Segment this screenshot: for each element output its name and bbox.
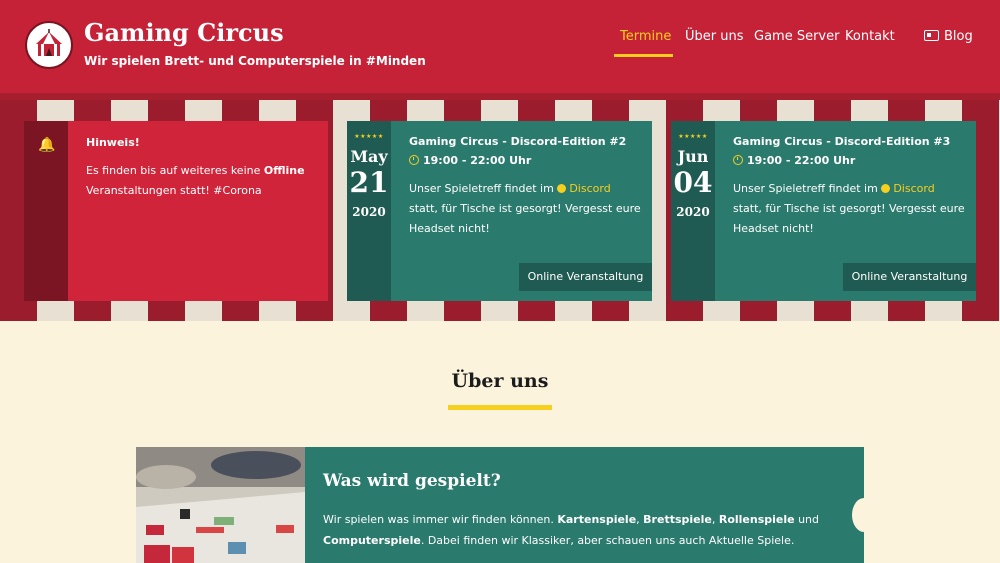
online-event-button[interactable]: Online Veranstaltung	[519, 263, 652, 291]
about-card: Was wird gespielt? Wir spielen was immer…	[136, 447, 864, 563]
bell-icon: 🔔	[38, 137, 56, 153]
clock-icon	[733, 155, 743, 165]
notice-sidebar: 🔔	[24, 121, 68, 301]
site-header: Gaming Circus Wir spielen Brett- und Com…	[0, 0, 1000, 93]
event-year: 2020	[676, 205, 710, 219]
newspaper-icon	[924, 30, 939, 41]
ticket-notch	[852, 498, 876, 532]
board-game-photo-image	[136, 447, 305, 563]
event-day: 21	[349, 166, 389, 199]
event-time: 19:00 - 22:00 Uhr	[733, 154, 855, 167]
nav-item-termine[interactable]: Termine	[620, 29, 671, 44]
discord-icon	[557, 184, 567, 193]
clock-icon	[409, 155, 419, 165]
discord-link[interactable]: Discord	[557, 182, 611, 195]
online-event-button[interactable]: Online Veranstaltung	[843, 263, 976, 291]
event-card[interactable]: ★★★★★ Jun 04 2020 Gaming Circus - Discor…	[671, 121, 976, 301]
rating-stars: ★★★★★	[678, 133, 708, 140]
event-card[interactable]: ★★★★★ May 21 2020 Gaming Circus - Discor…	[347, 121, 652, 301]
notice-title: Hinweis!	[86, 136, 140, 149]
main-nav: Termine Über uns Game Server Kontakt Blo…	[0, 29, 1000, 59]
discord-link[interactable]: Discord	[881, 182, 935, 195]
event-month: May	[350, 147, 388, 166]
nav-item-blog-label: Blog	[944, 29, 973, 44]
event-description: Unser Spieletreff findet im Discord stat…	[733, 182, 965, 235]
rating-stars: ★★★★★	[354, 133, 384, 140]
event-day: 04	[673, 166, 713, 199]
event-description: Unser Spieletreff findet im Discord stat…	[409, 182, 641, 235]
about-card-text: Wir spielen was immer wir finden können.…	[323, 513, 820, 547]
event-month: Jun	[677, 147, 709, 166]
notice-bold: Offline	[263, 164, 305, 177]
notice-card: 🔔 Hinweis! Es finden bis auf weiteres ke…	[24, 121, 328, 301]
discord-icon	[881, 184, 891, 193]
notice-text: Es finden bis auf weiteres keine Offline…	[86, 164, 305, 197]
event-title[interactable]: Gaming Circus - Discord-Edition #3	[733, 135, 950, 148]
nav-item-ueber-uns[interactable]: Über uns	[685, 29, 744, 44]
nav-item-game-server[interactable]: Game Server	[754, 29, 839, 44]
event-year: 2020	[352, 205, 386, 219]
nav-item-kontakt[interactable]: Kontakt	[845, 29, 895, 44]
section-title-underline	[448, 405, 552, 410]
event-date: ★★★★★ Jun 04 2020	[671, 121, 715, 301]
about-card-heading: Was wird gespielt?	[323, 471, 501, 491]
event-time: 19:00 - 22:00 Uhr	[409, 154, 531, 167]
nav-item-blog[interactable]: Blog	[924, 29, 973, 44]
event-date: ★★★★★ May 21 2020	[347, 121, 391, 301]
nav-active-indicator	[614, 54, 673, 57]
board-game-photo	[136, 447, 305, 563]
event-title[interactable]: Gaming Circus - Discord-Edition #2	[409, 135, 626, 148]
section-title-ueber-uns: Über uns	[451, 370, 549, 392]
